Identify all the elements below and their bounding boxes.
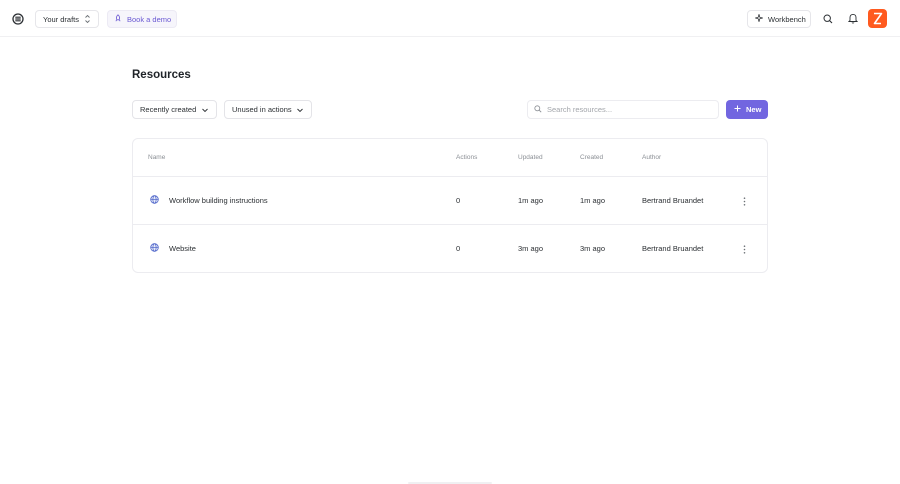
- resources-table: Name Actions Updated Created Author Work…: [132, 138, 768, 273]
- top-bar: Your drafts Book a demo Workbench: [0, 0, 900, 37]
- sort-dropdown[interactable]: Recently created: [132, 100, 217, 119]
- chevron-down-icon: [296, 106, 304, 116]
- column-header-created[interactable]: Created: [580, 154, 603, 161]
- drafts-label: Your drafts: [43, 14, 79, 24]
- app-logo-icon[interactable]: [868, 9, 887, 28]
- page-title: Resources: [132, 69, 191, 81]
- book-demo-button[interactable]: Book a demo: [107, 10, 177, 28]
- more-options-icon[interactable]: [739, 242, 749, 256]
- resource-name[interactable]: Workflow building instructions: [169, 196, 268, 205]
- sort-dropdown-label: Recently created: [140, 105, 197, 114]
- column-header-author[interactable]: Author: [642, 154, 661, 161]
- usage-filter-label: Unused in actions: [232, 105, 292, 114]
- resource-updated: 3m ago: [518, 244, 544, 253]
- new-resource-button[interactable]: New: [726, 100, 768, 119]
- drafts-selector[interactable]: Your drafts: [35, 10, 99, 28]
- resource-actions-count: 0: [456, 244, 461, 253]
- globe-icon: [150, 243, 159, 254]
- table-header: Name Actions Updated Created Author: [133, 139, 767, 177]
- plus-icon: [734, 105, 746, 114]
- table-row[interactable]: Website 0 3m ago 3m ago Bertrand Bruande…: [133, 225, 767, 273]
- globe-icon: [150, 195, 159, 206]
- search-icon[interactable]: [821, 12, 834, 25]
- chevron-up-down-icon: [84, 14, 91, 26]
- table-row[interactable]: Workflow building instructions 0 1m ago …: [133, 177, 767, 225]
- workbench-label: Workbench: [768, 14, 806, 24]
- search-icon: [534, 104, 542, 115]
- rocket-icon: [114, 14, 127, 24]
- chevron-down-icon: [201, 106, 209, 116]
- resource-name[interactable]: Website: [169, 244, 196, 253]
- bell-icon[interactable]: [846, 12, 859, 25]
- more-options-icon[interactable]: [739, 194, 749, 208]
- column-header-name[interactable]: Name: [148, 154, 165, 161]
- resource-created: 1m ago: [580, 196, 606, 205]
- resource-created: 3m ago: [580, 244, 606, 253]
- new-button-label: New: [746, 105, 762, 114]
- sparkle-icon: [754, 13, 768, 24]
- book-demo-label: Book a demo: [127, 14, 172, 24]
- usage-filter-dropdown[interactable]: Unused in actions: [224, 100, 312, 119]
- column-header-updated[interactable]: Updated: [518, 154, 543, 161]
- resource-author: Bertrand Bruandet: [642, 196, 704, 205]
- workspace-logo-icon[interactable]: [11, 12, 24, 25]
- search-resources-input[interactable]: [547, 105, 707, 114]
- search-resources-box[interactable]: [527, 100, 719, 119]
- column-header-actions[interactable]: Actions: [456, 154, 477, 161]
- resource-updated: 1m ago: [518, 196, 544, 205]
- workbench-button[interactable]: Workbench: [747, 10, 811, 28]
- resource-actions-count: 0: [456, 196, 461, 205]
- resource-author: Bertrand Bruandet: [642, 244, 704, 253]
